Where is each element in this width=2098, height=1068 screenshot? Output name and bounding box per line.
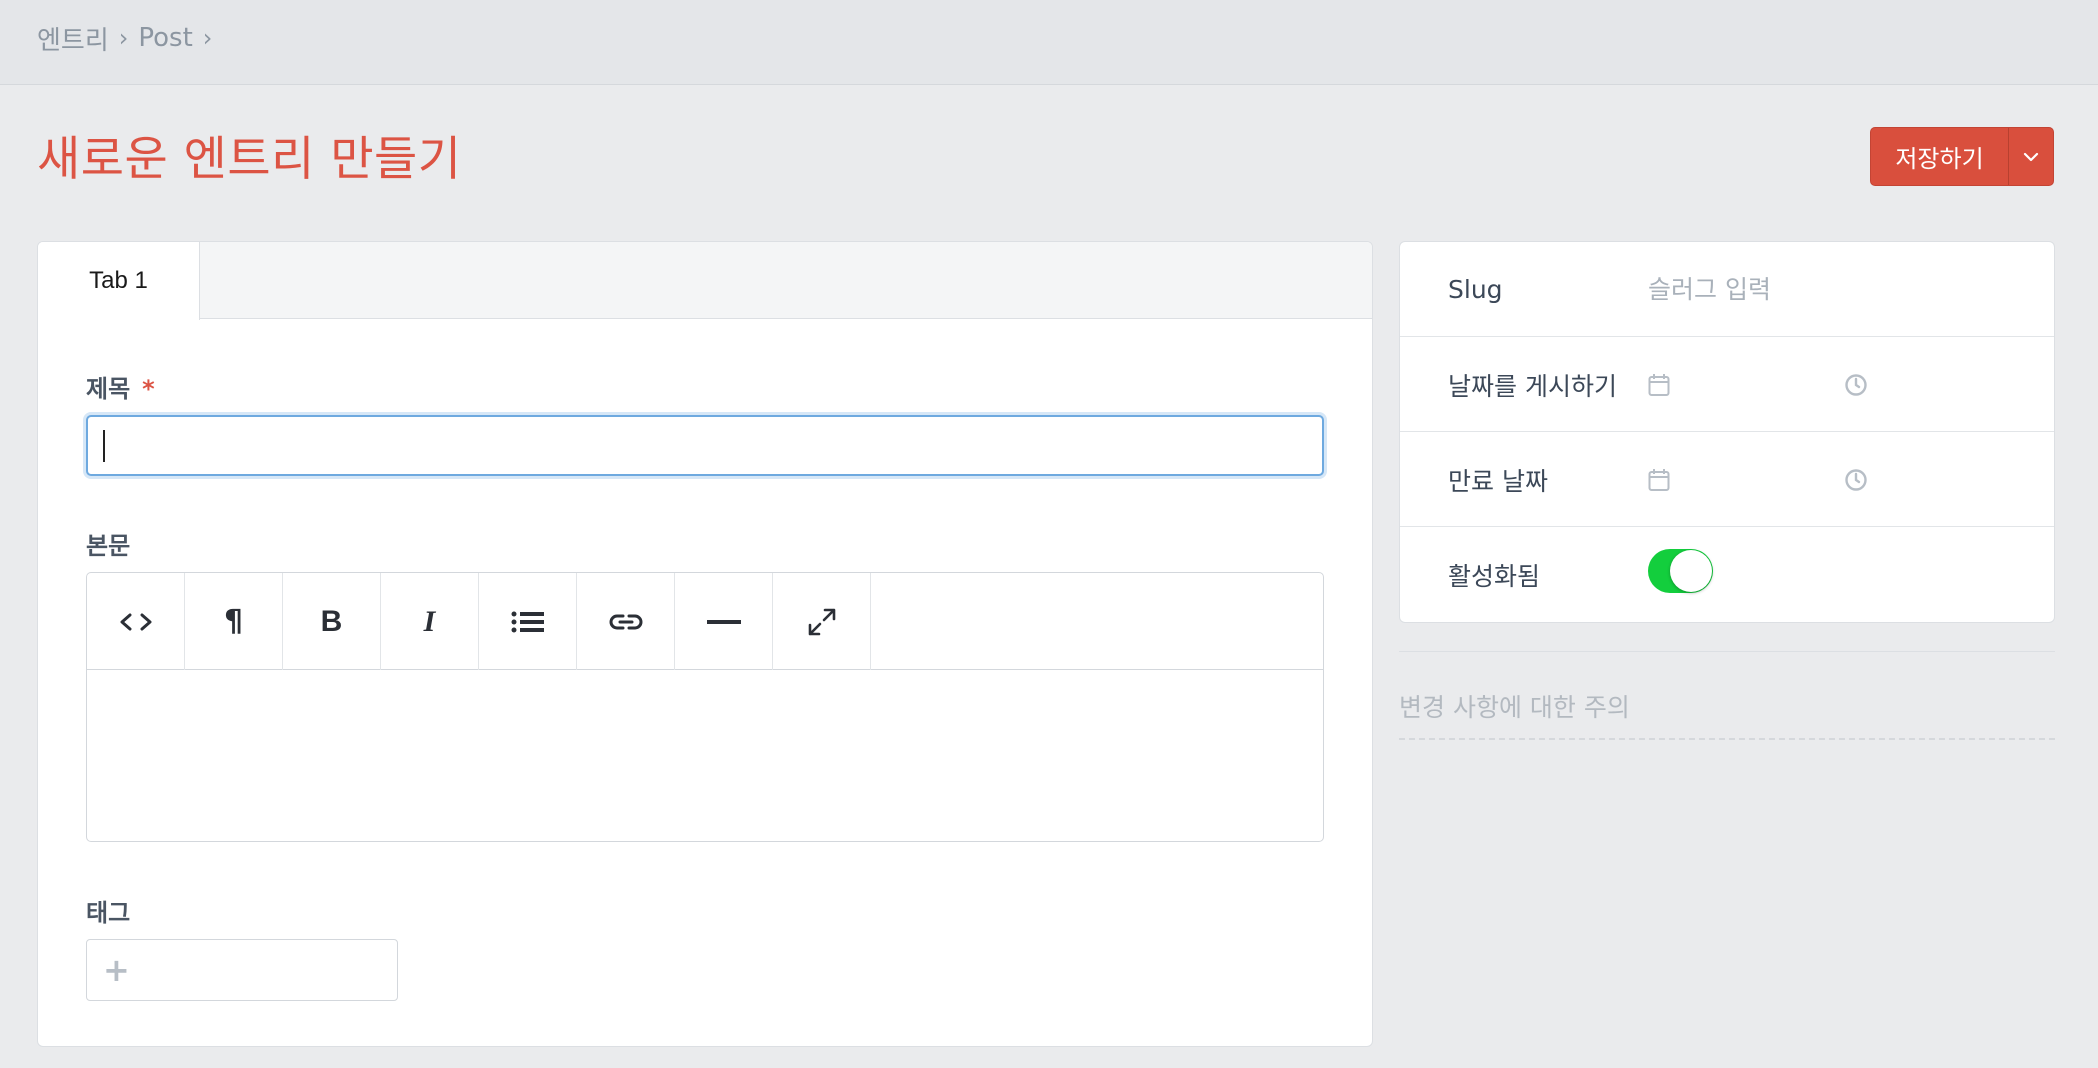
bold-button[interactable]: B — [283, 573, 381, 670]
page-title: 새로운 엔트리 만들기 — [37, 132, 462, 187]
sidebar-divider — [1399, 651, 2055, 652]
title-label-text: 제목 — [86, 375, 131, 403]
fullscreen-icon — [808, 608, 835, 635]
tags-input[interactable]: + — [86, 939, 398, 1001]
breadcrumb-entries[interactable]: 엔트리 — [37, 20, 109, 57]
fullscreen-button[interactable] — [773, 573, 871, 670]
top-bar: 엔트리 › Post › — [0, 0, 2098, 85]
breadcrumb: 엔트리 › Post › — [37, 20, 212, 56]
tab-1[interactable]: Tab 1 — [38, 242, 200, 320]
paragraph-icon: ¶ — [223, 604, 244, 639]
body-label: 본문 — [86, 532, 131, 560]
tab-bar: Tab 1 — [38, 242, 1372, 320]
link-icon — [609, 614, 642, 629]
expiry-date-label: 만료 날짜 — [1448, 466, 1548, 496]
bold-icon: B — [320, 604, 343, 638]
text-caret — [103, 430, 105, 462]
title-input[interactable] — [86, 415, 1324, 476]
list-button[interactable] — [479, 573, 577, 670]
publish-date-row: 날짜를 게시하기 — [1400, 337, 2054, 432]
chevron-down-icon — [2023, 152, 2039, 161]
save-options-button[interactable] — [2009, 128, 2053, 185]
toggle-knob — [1670, 550, 1712, 592]
calendar-icon[interactable] — [1648, 468, 1670, 492]
code-icon — [120, 613, 151, 630]
enabled-label: 활성화됨 — [1448, 561, 1541, 591]
entry-settings-card: Slug 날짜를 게시하기 만료 날짜 활성화됨 — [1399, 241, 2055, 623]
save-button[interactable]: 저장하기 — [1871, 128, 2009, 185]
editor-toolbar: ¶ B I — [87, 573, 1323, 670]
paragraph-button[interactable]: ¶ — [185, 573, 283, 670]
breadcrumb-post[interactable]: Post — [138, 23, 192, 53]
body-editor: ¶ B I — [86, 572, 1324, 842]
save-button-group: 저장하기 — [1870, 127, 2054, 186]
breadcrumb-separator: › — [118, 24, 129, 52]
code-button[interactable] — [87, 573, 185, 670]
revision-notes-field[interactable]: 변경 사항에 대한 주의 — [1399, 688, 2055, 740]
enabled-row: 활성화됨 — [1400, 527, 2054, 622]
title-label: 제목 * — [86, 369, 155, 404]
publish-date-label: 날짜를 게시하기 — [1448, 371, 1617, 401]
horizontal-rule-button[interactable] — [675, 573, 773, 670]
slug-input[interactable] — [1648, 264, 2028, 314]
tags-label: 태그 — [86, 899, 131, 927]
list-icon — [511, 611, 544, 632]
italic-icon: I — [423, 604, 436, 638]
slug-label: Slug — [1448, 275, 1503, 304]
enabled-toggle[interactable] — [1648, 549, 1713, 593]
clock-icon[interactable] — [1844, 468, 1868, 492]
entry-form-card: Tab 1 제목 * 본문 ¶ B I 태그 + — [37, 241, 1373, 1047]
expiry-date-row: 만료 날짜 — [1400, 432, 2054, 527]
horizontal-rule-icon — [706, 619, 741, 624]
slug-row: Slug — [1400, 242, 2054, 337]
link-button[interactable] — [577, 573, 675, 670]
italic-button[interactable]: I — [381, 573, 479, 670]
calendar-icon[interactable] — [1648, 373, 1670, 397]
required-marker: * — [142, 375, 155, 403]
add-tag-icon[interactable]: + — [103, 951, 130, 989]
clock-icon[interactable] — [1844, 373, 1868, 397]
breadcrumb-separator: › — [202, 24, 213, 52]
